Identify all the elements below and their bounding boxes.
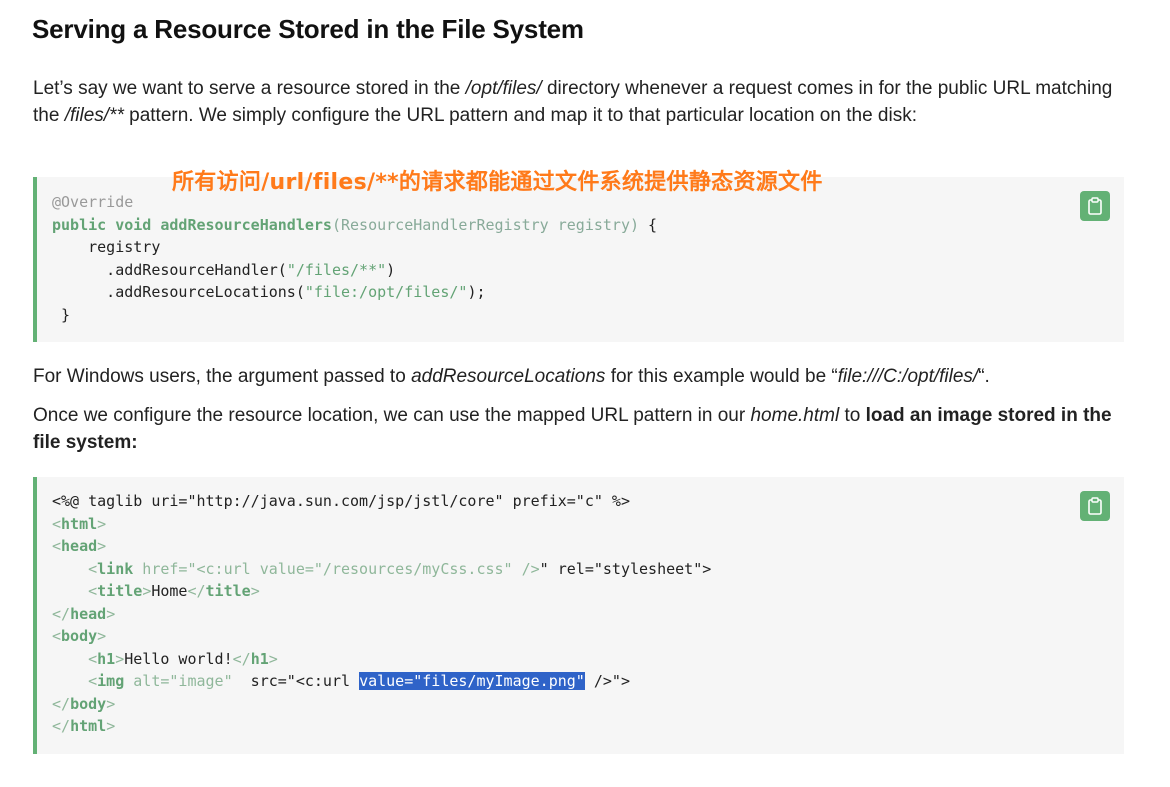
clipboard-icon: [1087, 197, 1103, 215]
method-name: addResourceLocations: [411, 366, 606, 387]
chinese-annotation: 所有访问/url/files/**的请求都能通过文件系统提供静态资源文件: [172, 170, 823, 195]
files-pattern: /files/**: [64, 105, 124, 126]
windows-path: file:///C:/opt/files/: [837, 366, 979, 387]
copy-code-button[interactable]: [1080, 191, 1110, 221]
windows-note-paragraph: For Windows users, the argument passed t…: [33, 366, 990, 387]
section-heading: Serving a Resource Stored in the File Sy…: [32, 14, 584, 44]
usage-paragraph: Once we configure the resource location,…: [33, 405, 1112, 453]
intro-paragraph: Let’s say we want to serve a resource st…: [33, 78, 1113, 126]
home-html-ref: home.html: [750, 405, 840, 426]
path-opt-files: /opt/files/: [465, 78, 542, 99]
jsp-code[interactable]: <%@ taglib uri="http://java.sun.com/jsp/…: [52, 490, 711, 738]
code-block-java: @Override public void addResourceHandler…: [33, 177, 1124, 342]
copy-code-button[interactable]: [1080, 491, 1110, 521]
article: Serving a Resource Stored in the File Sy…: [0, 0, 1170, 787]
clipboard-icon: [1087, 497, 1103, 515]
selected-text: value="files/myImage.png": [359, 672, 585, 690]
code-block-jsp: <%@ taglib uri="http://java.sun.com/jsp/…: [33, 477, 1124, 754]
java-code[interactable]: @Override public void addResourceHandler…: [52, 191, 657, 326]
